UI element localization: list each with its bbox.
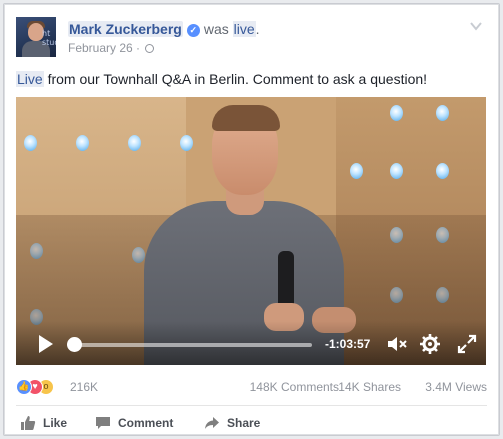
wall-light	[390, 163, 403, 179]
wall-light	[436, 105, 449, 121]
share-label: Share	[227, 416, 261, 430]
share-button[interactable]: Share	[204, 414, 260, 432]
meta-separator: ·	[136, 41, 141, 55]
video-controls-bar: -1:03:57	[16, 321, 486, 365]
post-header: ht stud Mark Zuckerberg✓was live. Februa…	[16, 17, 487, 59]
shares-count-link[interactable]: 14K Shares	[338, 380, 401, 394]
like-label: Like	[43, 416, 68, 430]
views-count: 3.4M Views	[425, 380, 487, 394]
mute-icon[interactable]	[386, 333, 408, 355]
remaining-time: -1:03:57	[325, 337, 371, 351]
wall-light	[24, 135, 37, 151]
reaction-count[interactable]: 216K	[70, 380, 98, 394]
settings-gear-icon[interactable]	[419, 333, 441, 355]
wall-light	[390, 105, 403, 121]
seek-knob[interactable]	[67, 337, 82, 352]
chevron-down-icon[interactable]	[469, 19, 483, 33]
comment-button[interactable]: Comment	[95, 414, 173, 432]
thumbs-up-icon	[21, 416, 36, 430]
like-button[interactable]: Like	[20, 414, 67, 432]
wall-light	[128, 135, 141, 151]
wall-light	[436, 163, 449, 179]
post-meta: February 26 ·	[68, 41, 155, 55]
author-name-link[interactable]: Mark Zuckerberg	[68, 21, 183, 37]
speaker-hair	[212, 105, 280, 131]
comment-label: Comment	[118, 416, 174, 430]
post-message: Live from our Townhall Q&A in Berlin. Co…	[16, 71, 427, 87]
wall-light	[180, 135, 193, 151]
post-message-text: from our Townhall Q&A in Berlin. Comment…	[43, 71, 428, 87]
seek-bar[interactable]	[74, 343, 312, 347]
post-live-link[interactable]: Live	[16, 71, 44, 87]
wall-light	[76, 135, 89, 151]
live-status-link[interactable]: live	[232, 21, 256, 37]
actions-divider	[16, 405, 487, 406]
comment-bubble-icon	[96, 417, 110, 429]
status-suffix: .	[255, 21, 260, 37]
avatar-overlay-text: ht stud	[42, 29, 56, 47]
globe-icon[interactable]	[145, 44, 155, 53]
comments-count-link[interactable]: 148K Comments	[250, 380, 339, 394]
post-card: ht stud Mark Zuckerberg✓was live. Februa…	[3, 3, 500, 436]
video-player[interactable]: -1:03:57	[16, 97, 486, 365]
status-prefix: was	[203, 21, 229, 37]
engagement-stats: 👍 ♥ o 216K 148K Comments 14K Shares 3.4M…	[16, 378, 487, 396]
play-icon[interactable]	[39, 335, 53, 353]
like-reaction-icon: 👍	[16, 379, 32, 395]
share-arrow-icon	[205, 417, 219, 429]
post-actions: Like Comment Share	[16, 414, 487, 432]
author-avatar[interactable]: ht stud	[16, 17, 56, 57]
post-date-link[interactable]: February 26	[68, 41, 133, 55]
fullscreen-icon[interactable]	[456, 333, 478, 355]
wall-light	[350, 163, 363, 179]
verified-check-icon: ✓	[186, 24, 200, 37]
author-line: Mark Zuckerberg ✓ was live.	[68, 21, 260, 37]
